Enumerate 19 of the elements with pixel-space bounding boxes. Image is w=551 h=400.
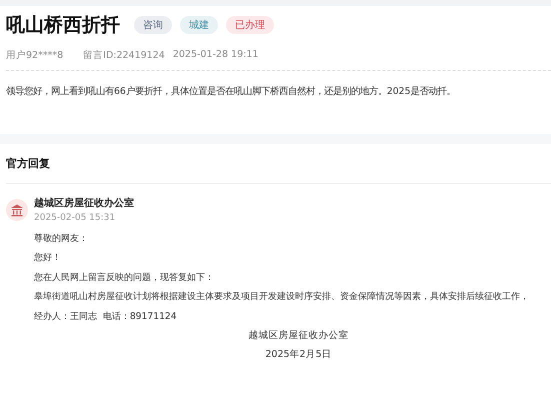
tag: 已办理	[226, 16, 274, 34]
user-name: 用户92****8	[6, 49, 64, 62]
reply-time: 2025-02-05 15:31	[34, 213, 116, 223]
tag: 城建	[180, 16, 218, 34]
reply-text: 尊敬的网友：	[34, 232, 89, 246]
tag: 咨询	[134, 16, 172, 34]
section-heading: 官方回复	[6, 156, 51, 171]
reply-text: 您在人民网上留言反映的问题，现答复如下：	[34, 270, 215, 285]
question-text: 领导您好，网上看到吼山有66户要折扦，具体位置是否在吼山脚下桥西自然村，还是别的地方。2025是否动扦。	[6, 85, 456, 98]
reply-text: 您好！	[34, 251, 62, 266]
building-icon	[6, 198, 28, 220]
post-time: 2025-01-28 19:11	[172, 49, 258, 62]
reply-text: 皋埠街道吼山村房屋征收计划将根据建设主体要求及项目开发建设时序安排、资金保障情况等因素，具体安排后续征收工作，	[34, 290, 530, 304]
reply-text: 经办人：王同志 电话：89171124	[34, 310, 178, 324]
org-name: 越城区房屋征收办公室	[34, 196, 134, 210]
page-title: 吼山桥西折扦	[6, 13, 120, 38]
signature: 越城区房屋征收办公室	[248, 329, 350, 344]
message-id: 留言ID:22419124	[83, 49, 165, 62]
reply-date: 2025年2月5日	[264, 348, 333, 362]
